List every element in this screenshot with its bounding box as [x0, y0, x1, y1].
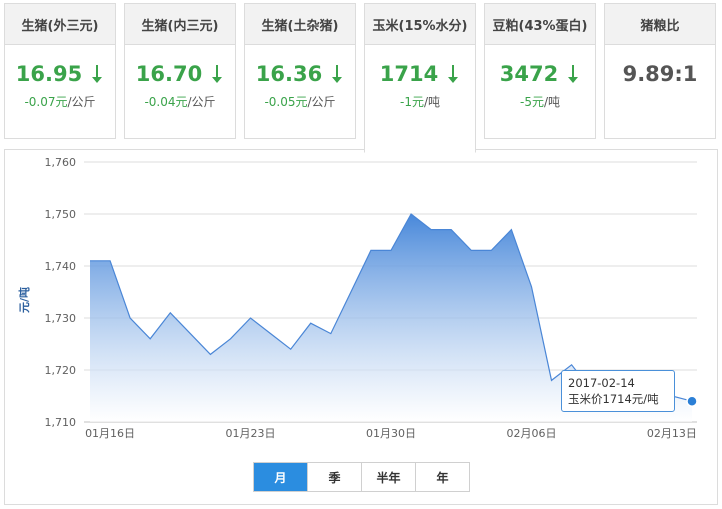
- x-tick-label: 01月16日: [85, 427, 135, 440]
- range-month-button[interactable]: 月: [254, 463, 308, 491]
- x-tick-label: 01月23日: [226, 427, 276, 440]
- tooltip-text: 玉米价1714元/吨: [568, 392, 659, 406]
- range-half-year-button[interactable]: 半年: [362, 463, 416, 491]
- x-axis-ticks: 01月16日 01月23日 01月30日 02月06日 02月13日: [85, 427, 697, 440]
- chart-tooltip: 2017-02-14 玉米价1714元/吨: [561, 370, 675, 412]
- hover-point[interactable]: [686, 395, 698, 407]
- y-tick-label: 1,720: [45, 364, 77, 377]
- y-axis-ticks: 1,710 1,720 1,730 1,740 1,750 1,760: [45, 156, 77, 429]
- x-tick-label: 02月13日: [647, 427, 697, 440]
- y-tick-label: 1,760: [45, 156, 77, 169]
- x-tick-label: 01月30日: [366, 427, 416, 440]
- y-tick-label: 1,740: [45, 260, 77, 273]
- range-quarter-button[interactable]: 季: [308, 463, 362, 491]
- x-tick-label: 02月06日: [506, 427, 556, 440]
- y-tick-label: 1,730: [45, 312, 77, 325]
- y-tick-label: 1,750: [45, 208, 77, 221]
- price-chart: 1,710 1,720 1,730 1,740 1,750 1,760 元/吨 01月16…: [17, 156, 698, 440]
- range-selector: 月 季 半年 年: [253, 462, 470, 492]
- y-axis-label: 元/吨: [17, 287, 31, 313]
- tooltip-date: 2017-02-14: [568, 376, 635, 390]
- y-tick-label: 1,710: [45, 416, 77, 429]
- range-year-button[interactable]: 年: [416, 463, 469, 491]
